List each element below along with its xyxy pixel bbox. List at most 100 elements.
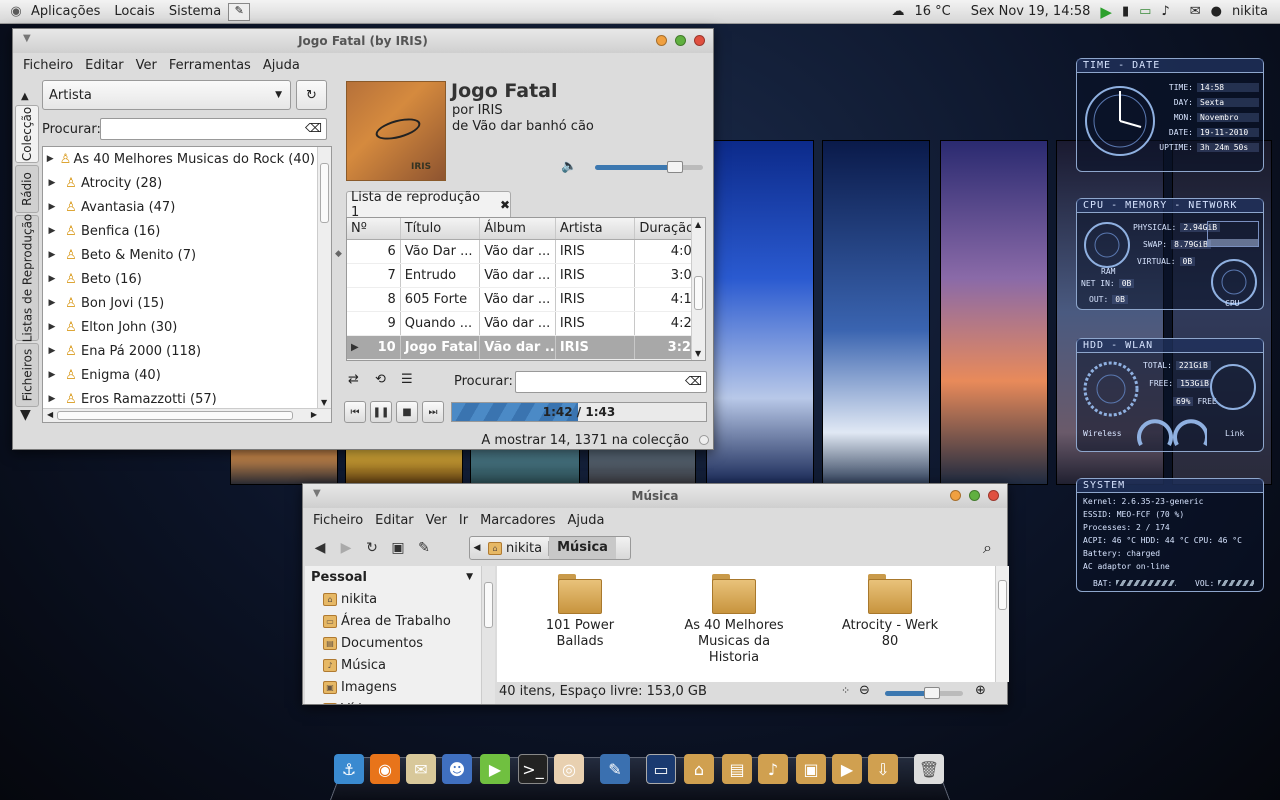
collection-search-input[interactable]: ⌫ [100, 118, 327, 140]
screenshot-launcher-icon[interactable]: ✎ [228, 2, 251, 21]
playlist-column-header[interactable]: Título [401, 218, 481, 239]
refresh-collection-button[interactable]: ↻ [296, 80, 327, 110]
reload-icon[interactable]: ↻ [359, 540, 385, 556]
collection-artist-row[interactable]: ▶ ♙ Atrocity (28) [43, 171, 315, 195]
window-menu-icon[interactable]: ▼ [23, 33, 31, 44]
playlist-column-header[interactable]: Artista [556, 218, 636, 239]
zoom-in-icon[interactable]: ⊕ [975, 683, 986, 698]
menu-ajuda[interactable]: Ajuda [561, 513, 610, 528]
zoom-out-icon[interactable]: ⊖ [859, 683, 870, 698]
expand-arrow-icon[interactable]: ▶ [43, 226, 61, 236]
folder-item[interactable]: Atrocity - Werk 80 [835, 574, 945, 650]
menu-ficheiro[interactable]: Ficheiro [307, 513, 369, 528]
tabs-up-arrow-icon[interactable]: ▲ [21, 91, 29, 102]
dock-music-folder-icon[interactable]: ♪ [758, 754, 788, 784]
edit-location-icon[interactable]: ✎ [411, 540, 437, 556]
dock-player-icon[interactable]: ▶ [480, 754, 510, 784]
collection-artist-row[interactable]: ▶ ♙ Bon Jovi (15) [43, 291, 315, 315]
speaker-icon[interactable]: ♪ [1161, 4, 1169, 19]
back-arrow-icon[interactable]: ◀ [307, 540, 333, 556]
menu-editar[interactable]: Editar [369, 513, 420, 528]
collection-artist-row[interactable]: ▶ ♙ Ena Pá 2000 (118) [43, 339, 315, 363]
forward-arrow-icon[interactable]: ▶ [333, 540, 359, 556]
dock-shell-icon[interactable]: ◎ [554, 754, 584, 784]
tab-files[interactable]: Ficheiros [15, 343, 39, 407]
previous-button[interactable]: ⏮ [344, 401, 366, 423]
dock-home-folder-icon[interactable]: ⌂ [684, 754, 714, 784]
stop-button[interactable]: ■ [396, 401, 418, 423]
expand-arrow-icon[interactable]: ▶ [43, 178, 61, 188]
playlist-column-header[interactable]: Álbum [480, 218, 556, 239]
file-view-scrollbar[interactable] [995, 566, 1009, 682]
collapse-icon[interactable]: ▼ [466, 572, 473, 582]
weather-cloud-icon[interactable]: ☁ [892, 4, 905, 19]
dock-monitor-icon[interactable]: ▭ [646, 754, 676, 784]
album-art[interactable]: IRIS [346, 81, 446, 181]
minimize-button[interactable] [950, 490, 961, 501]
dock-eye-icon[interactable]: ◉ [370, 754, 400, 784]
menu-ver[interactable]: Ver [420, 513, 453, 528]
sidebar-item[interactable]: ▣ Imagens [305, 676, 495, 698]
dock-downloads-folder-icon[interactable]: ⇩ [868, 754, 898, 784]
sidebar-item[interactable]: ♪ Música [305, 654, 495, 676]
mail-icon[interactable]: ✉ [1190, 4, 1201, 19]
menu-ferramentas[interactable]: Ferramentas [163, 58, 257, 73]
vertical-scrollbar[interactable]: ▼ [317, 147, 331, 409]
amarok-titlebar[interactable]: ▼ Jogo Fatal (by IRIS) [13, 29, 713, 53]
minimize-button[interactable] [656, 35, 667, 46]
expand-arrow-icon[interactable]: ▶ [43, 346, 61, 356]
playlist-row[interactable]: 8 605 Forte Vão dar ... IRIS 4:17 [347, 288, 705, 312]
clock[interactable]: Sex Nov 19, 14:58 [971, 4, 1091, 19]
menu-ficheiro[interactable]: Ficheiro [17, 58, 79, 73]
ubuntu-logo-icon[interactable]: ◉ [0, 4, 24, 19]
playlist-row[interactable]: 9 Quando ... Vão dar ... IRIS 4:22 [347, 312, 705, 336]
collection-artist-row[interactable]: ▶ ♙ Avantasia (47) [43, 195, 315, 219]
volume-icon[interactable]: 🔈 [561, 159, 577, 174]
pause-button[interactable]: ❚❚ [370, 401, 392, 423]
dock-documents-folder-icon[interactable]: ▤ [722, 754, 752, 784]
menu-ajuda[interactable]: Ajuda [257, 58, 306, 73]
expand-arrow-icon[interactable]: ▶ [43, 298, 61, 308]
repeat-icon[interactable]: ⟲ [375, 372, 386, 387]
user-presence-icon[interactable]: ● [1211, 4, 1222, 19]
dock-videos-folder-icon[interactable]: ▶ [832, 754, 862, 784]
window-menu-icon[interactable]: ▼ [313, 488, 321, 499]
dock-mail-icon[interactable]: ✉ [406, 754, 436, 784]
collection-artist-row[interactable]: ▶ ♙ Elton John (30) [43, 315, 315, 339]
playlist-column-header[interactable]: Nº [347, 218, 401, 239]
maximize-button[interactable] [969, 490, 980, 501]
shuffle-icon[interactable]: ⇄ [348, 372, 359, 387]
breadcrumb-left-icon[interactable]: ◀ [470, 543, 484, 553]
track-progress-bar[interactable]: 1:42 / 1:43 [451, 402, 707, 422]
sidebar-item[interactable]: ⌂ nikita [305, 588, 495, 610]
signal-bars-icon[interactable]: ▮ [1122, 4, 1129, 19]
next-button[interactable]: ⏭ [422, 401, 444, 423]
splitter-handle-icon[interactable]: ◆ [335, 249, 342, 259]
expand-arrow-icon[interactable]: ▶ [43, 394, 61, 404]
folder-item[interactable]: As 40 Melhores Musicas da Historia [679, 574, 789, 666]
playlist-scrollbar[interactable]: ▲ ▼ [691, 218, 705, 360]
collection-artist-row[interactable]: ▶ ♙ Benfica (16) [43, 219, 315, 243]
user-name[interactable]: nikita [1232, 4, 1268, 19]
zoom-slider[interactable] [885, 687, 963, 699]
expand-arrow-icon[interactable]: ▶ [43, 202, 61, 212]
sidebar-item[interactable]: ▤ Documentos [305, 632, 495, 654]
breadcrumb-home[interactable]: ⌂ nikita [484, 540, 550, 556]
dock-editor-icon[interactable]: ✎ [600, 754, 630, 784]
menu-applications[interactable]: Aplicações [24, 4, 107, 19]
breadcrumb-musica[interactable]: Música [549, 537, 616, 559]
clear-search-icon[interactable]: ⌫ [305, 121, 322, 135]
dock-pictures-folder-icon[interactable]: ▣ [796, 754, 826, 784]
menu-marcadores[interactable]: Marcadores [474, 513, 561, 528]
playlist-row[interactable]: 6 Vão Dar ... Vão dar ... IRIS 4:09 [347, 240, 705, 264]
tab-radio[interactable]: Rádio [15, 165, 39, 213]
collection-artist-row[interactable]: ▶ ♙ As 40 Melhores Musicas do Rock (40) [43, 147, 315, 171]
tabs-down-arrow-icon[interactable]: ▼ [20, 407, 31, 423]
collection-artist-row[interactable]: ▶ ♙ Enigma (40) [43, 363, 315, 387]
folder-item[interactable]: 101 Power Ballads [525, 574, 635, 650]
expand-arrow-icon[interactable]: ▶ [43, 370, 61, 380]
battery-icon[interactable]: ▭ [1139, 4, 1151, 19]
expand-arrow-icon[interactable]: ▶ [43, 250, 61, 260]
close-tab-icon[interactable]: ✖ [500, 198, 510, 212]
dock-anchor-icon[interactable]: ⚓ [334, 754, 364, 784]
